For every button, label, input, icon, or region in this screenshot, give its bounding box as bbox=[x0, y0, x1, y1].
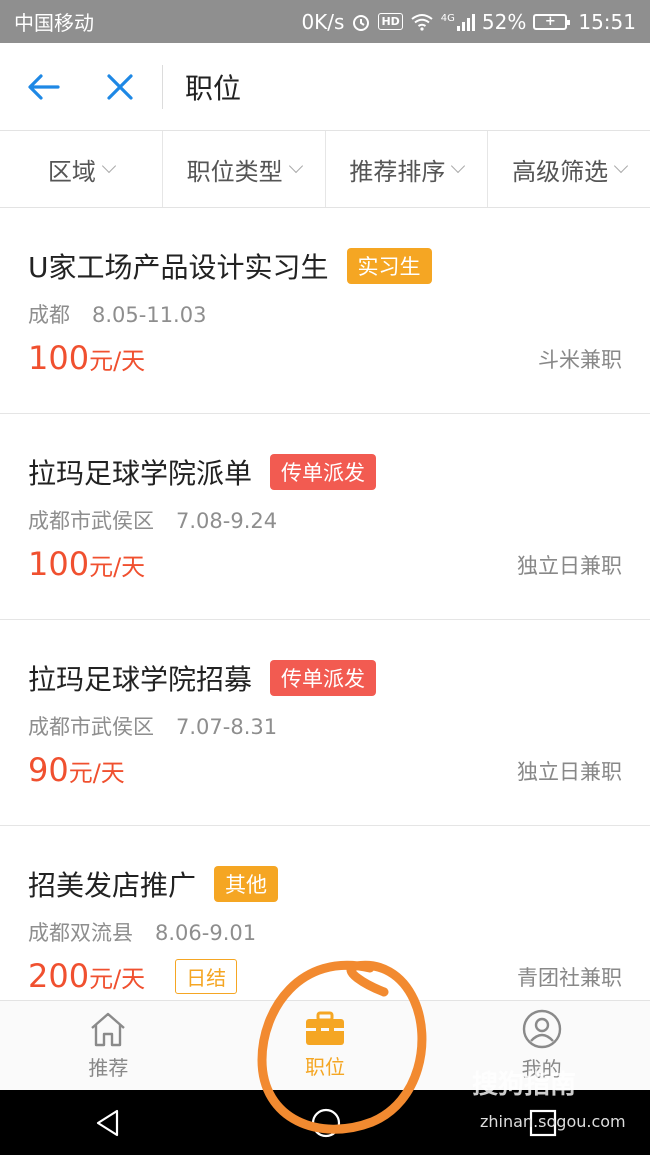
job-dates: 8.05-11.03 bbox=[92, 303, 207, 327]
network-type: 4G bbox=[440, 12, 455, 24]
signal-icon: 4G bbox=[441, 13, 475, 31]
pay-unit: 元/天 bbox=[68, 759, 125, 787]
job-title-row: 招美发店推广 其他 bbox=[28, 864, 279, 904]
battery-percent: 52% bbox=[481, 9, 527, 34]
job-title: 拉玛足球学院派单 bbox=[28, 457, 253, 490]
network-speed: 0K/s bbox=[301, 9, 345, 34]
job-list: U家工场产品设计实习生 实习生 成都 8.05-11.03 100 元/天 斗米兼职… bbox=[0, 208, 650, 1032]
tab-label: 职位 bbox=[305, 1055, 345, 1079]
job-pay: 100 元/天 bbox=[28, 339, 145, 377]
job-dates: 7.07-8.31 bbox=[176, 715, 278, 739]
settle-badge: 日结 bbox=[175, 958, 238, 994]
chevron-down-icon bbox=[614, 158, 629, 174]
job-company: 独立日兼职 bbox=[517, 554, 622, 578]
home-circle-icon[interactable] bbox=[310, 1107, 342, 1139]
job-pay: 90 元/天 bbox=[28, 751, 125, 789]
filter-bar: 区域 职位类型 推荐排序 高级筛选 bbox=[0, 131, 650, 208]
filter-label: 高级筛选 bbox=[512, 157, 609, 186]
back-triangle-icon[interactable] bbox=[93, 1108, 123, 1138]
status-bar: 中国移动 0K/s HD 4G 52% + 15:51 bbox=[0, 0, 650, 43]
filter-job-type[interactable]: 职位类型 bbox=[163, 131, 326, 207]
back-arrow-icon bbox=[28, 73, 60, 100]
filter-label: 职位类型 bbox=[186, 157, 283, 186]
pay-amount: 200 bbox=[28, 957, 90, 995]
filter-label: 区域 bbox=[47, 157, 96, 186]
pay-unit: 元/天 bbox=[89, 965, 146, 993]
filter-sort[interactable]: 推荐排序 bbox=[326, 131, 489, 207]
job-tag: 传单派发 bbox=[270, 660, 377, 696]
job-card[interactable]: 拉玛足球学院派单 传单派发 成都市武侯区 7.08-9.24 100 元/天 独立日… bbox=[0, 414, 650, 620]
battery-icon: + bbox=[533, 13, 571, 30]
chevron-down-icon bbox=[451, 158, 466, 174]
pay-unit: 元/天 bbox=[89, 553, 146, 581]
watermark: 搜狗指南 bbox=[472, 1070, 577, 1100]
hd-icon: HD bbox=[378, 13, 403, 30]
job-tag: 实习生 bbox=[346, 248, 432, 284]
pay-amount: 100 bbox=[28, 339, 90, 377]
job-title: U家工场产品设计实习生 bbox=[28, 251, 329, 284]
watermark-url: zhinan.sogou.com bbox=[480, 1112, 626, 1131]
job-meta: 成都 8.05-11.03 bbox=[28, 299, 206, 329]
filter-label: 推荐排序 bbox=[349, 157, 446, 186]
close-icon bbox=[107, 73, 133, 100]
job-title: 拉玛足球学院招募 bbox=[28, 663, 253, 696]
job-company: 斗米兼职 bbox=[538, 348, 622, 372]
alarm-icon bbox=[353, 14, 370, 31]
filter-advanced[interactable]: 高级筛选 bbox=[488, 131, 650, 207]
job-meta: 成都双流县 8.06-9.01 bbox=[28, 917, 256, 947]
job-tag: 传单派发 bbox=[270, 454, 377, 490]
job-card[interactable]: U家工场产品设计实习生 实习生 成都 8.05-11.03 100 元/天 斗米兼职 bbox=[0, 208, 650, 414]
job-meta: 成都市武侯区 7.07-8.31 bbox=[28, 711, 277, 741]
carrier-label: 中国移动 bbox=[14, 11, 94, 35]
page-title: 职位 bbox=[185, 71, 242, 105]
home-icon bbox=[91, 1012, 126, 1047]
job-pay: 200 元/天 日结 bbox=[28, 957, 238, 995]
job-location: 成都市武侯区 bbox=[28, 509, 154, 533]
job-location: 成都市武侯区 bbox=[28, 715, 154, 739]
profile-icon bbox=[522, 1009, 561, 1049]
job-tag: 其他 bbox=[214, 866, 279, 902]
wifi-icon bbox=[411, 13, 433, 31]
job-dates: 8.06-9.01 bbox=[155, 921, 257, 945]
pay-unit: 元/天 bbox=[89, 347, 146, 375]
tab-label: 推荐 bbox=[88, 1056, 129, 1080]
pay-amount: 90 bbox=[28, 751, 69, 789]
job-title-row: 拉玛足球学院派单 传单派发 bbox=[28, 452, 377, 492]
clock: 15:51 bbox=[578, 9, 636, 34]
job-dates: 7.08-9.24 bbox=[176, 509, 278, 533]
tab-jobs[interactable]: 职位 bbox=[217, 1001, 434, 1090]
job-title-row: 拉玛足球学院招募 传单派发 bbox=[28, 658, 377, 698]
title-bar: 职位 bbox=[0, 43, 650, 131]
job-company: 独立日兼职 bbox=[517, 760, 622, 784]
job-title: 招美发店推广 bbox=[28, 869, 197, 902]
chevron-down-icon bbox=[101, 158, 116, 174]
job-meta: 成都市武侯区 7.08-9.24 bbox=[28, 505, 277, 535]
job-company: 青团社兼职 bbox=[517, 966, 622, 990]
job-pay: 100 元/天 bbox=[28, 545, 145, 583]
back-button[interactable] bbox=[0, 43, 88, 131]
job-title-row: U家工场产品设计实习生 实习生 bbox=[28, 246, 432, 286]
title-divider bbox=[162, 64, 163, 109]
tab-recommend[interactable]: 推荐 bbox=[0, 1001, 217, 1090]
job-location: 成都双流县 bbox=[28, 921, 133, 945]
job-location: 成都 bbox=[28, 303, 70, 327]
pay-amount: 100 bbox=[28, 545, 90, 583]
job-card[interactable]: 拉玛足球学院招募 传单派发 成都市武侯区 7.07-8.31 90 元/天 独立日兼… bbox=[0, 620, 650, 826]
filter-area[interactable]: 区域 bbox=[0, 131, 163, 207]
briefcase-icon bbox=[306, 1011, 344, 1045]
close-button[interactable] bbox=[88, 43, 152, 131]
chevron-down-icon bbox=[288, 158, 303, 174]
